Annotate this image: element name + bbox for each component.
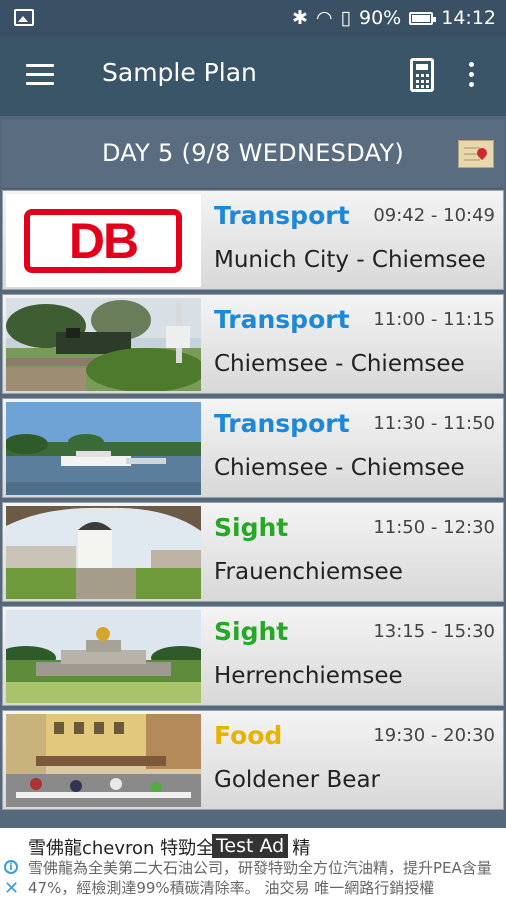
- itinerary-item[interactable]: Transport 11:30 - 11:50 Chiemsee - Chiem…: [2, 398, 504, 498]
- itinerary-item[interactable]: DB Transport 09:42 - 10:49 Munich City -…: [2, 190, 504, 290]
- item-time: 11:50 - 12:30: [373, 517, 495, 538]
- item-place: Chiemsee - Chiemsee: [214, 351, 465, 377]
- itinerary-item[interactable]: Sight 11:50 - 12:30 Frauenchiemsee: [2, 502, 504, 602]
- item-place: Frauenchiemsee: [214, 559, 403, 585]
- sim-icon: ▯: [340, 7, 351, 29]
- battery-percent: 90%: [359, 7, 402, 29]
- itinerary-list: DB Transport 09:42 - 10:49 Munich City -…: [2, 190, 504, 814]
- battery-icon: [409, 11, 437, 25]
- test-ad-label: Test Ad: [212, 834, 289, 858]
- item-time: 13:15 - 15:30: [373, 621, 495, 642]
- day-title: DAY 5 (9/8 WEDNESDAY): [101, 139, 405, 167]
- app-bar: Sample Plan: [0, 36, 506, 116]
- item-place: Goldener Bear: [214, 767, 381, 793]
- item-category: Transport: [214, 305, 350, 334]
- bluetooth-icon: ✱: [292, 7, 308, 29]
- ad-body: 雪佛龍為全美第二大石油公司，研發特勁全方位汽油精，提升PEA含量47%，經檢測達…: [28, 859, 492, 897]
- itinerary-item[interactable]: Sight 13:15 - 15:30 Herrenchiemsee: [2, 606, 504, 706]
- steam-train-thumbnail: [6, 298, 201, 391]
- item-category: Transport: [214, 409, 350, 438]
- palace-fountain-thumbnail: [6, 610, 201, 703]
- ad-headline-text: 雪佛龍chevron 特勁全: [28, 838, 215, 859]
- ad-headline-tail: 精: [292, 838, 311, 859]
- item-category: Sight: [214, 617, 289, 646]
- calculator-icon[interactable]: [410, 58, 434, 92]
- item-time: 19:30 - 20:30: [373, 725, 495, 746]
- hamburger-menu-icon[interactable]: [26, 64, 54, 86]
- app-title: Sample Plan: [102, 58, 257, 87]
- ad-close-icon[interactable]: ✕: [4, 880, 19, 898]
- clock: 14:12: [441, 7, 496, 29]
- status-bar: ✱ ◠ ▯ 90% 14:12: [0, 0, 506, 36]
- more-options-icon[interactable]: [469, 62, 475, 88]
- itinerary-item[interactable]: Transport 11:00 - 11:15 Chiemsee - Chiem…: [2, 294, 504, 394]
- item-place: Chiemsee - Chiemsee: [214, 455, 465, 481]
- ad-info-icon[interactable]: i: [4, 860, 18, 874]
- abbey-tower-thumbnail: [6, 506, 201, 599]
- item-time: 09:42 - 10:49: [373, 205, 495, 226]
- item-time: 11:30 - 11:50: [373, 413, 495, 434]
- map-icon[interactable]: [458, 140, 494, 168]
- gallery-notification-icon: [14, 9, 34, 26]
- item-category: Food: [214, 721, 283, 750]
- item-category: Sight: [214, 513, 289, 542]
- item-place: Herrenchiemsee: [214, 663, 403, 689]
- item-place: Munich City - Chiemsee: [214, 247, 486, 273]
- db-logo-thumbnail: DB: [6, 194, 201, 287]
- itinerary-item[interactable]: Food 19:30 - 20:30 Goldener Bear: [2, 710, 504, 810]
- street-cafe-thumbnail: [6, 714, 201, 807]
- plan-panel: DAY 5 (9/8 WEDNESDAY) DB Transport 09:42…: [0, 116, 506, 828]
- wifi-icon: ◠: [315, 7, 333, 29]
- item-category: Transport: [214, 201, 350, 230]
- lake-boat-thumbnail: [6, 402, 201, 495]
- day-header: DAY 5 (9/8 WEDNESDAY): [2, 120, 504, 189]
- item-time: 11:00 - 11:15: [373, 309, 495, 330]
- ad-banner[interactable]: 雪佛龍chevron 特勁全 精 Test Ad i ✕ 雪佛龍為全美第二大石油公…: [0, 828, 506, 900]
